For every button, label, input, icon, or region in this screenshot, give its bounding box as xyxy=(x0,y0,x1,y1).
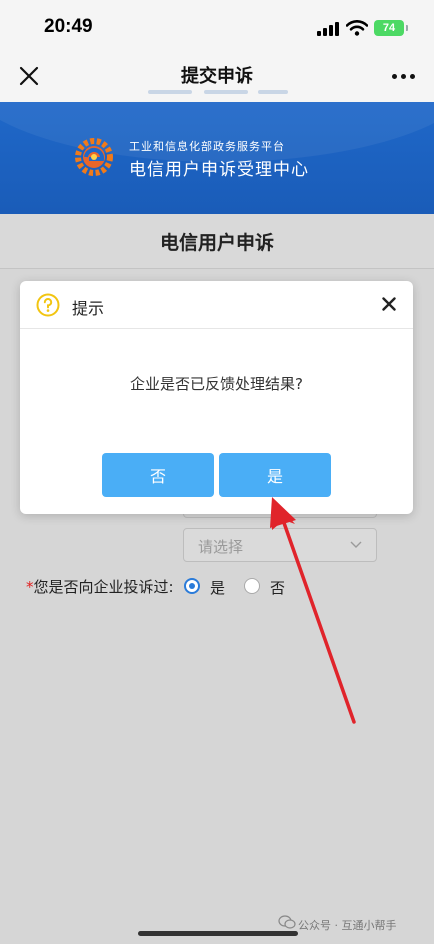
status-bar: 20:49 74 xyxy=(0,0,434,52)
dialog-header: 提示 xyxy=(20,281,413,329)
no-button[interactable]: 否 xyxy=(102,453,214,497)
question-icon xyxy=(36,293,60,317)
required-mark: * xyxy=(26,578,34,596)
section-header: 电信用户申诉 xyxy=(0,214,434,269)
category-select[interactable]: 请选择 xyxy=(183,528,377,562)
url-redaction xyxy=(148,90,192,94)
close-icon[interactable] xyxy=(382,297,396,311)
wifi-icon xyxy=(346,20,368,36)
nav-bar: 提交申诉 xyxy=(0,52,434,102)
page-title: 提交申诉 xyxy=(181,66,253,87)
battery-icon: 74 xyxy=(374,20,408,36)
wechat-icon xyxy=(278,915,296,929)
chevron-down-icon xyxy=(350,541,362,548)
radio-no[interactable] xyxy=(244,578,260,594)
url-redaction xyxy=(204,90,248,94)
dialog-message: 企业是否已反馈处理结果? xyxy=(130,375,303,393)
status-time: 20:49 xyxy=(44,16,93,37)
home-indicator[interactable] xyxy=(138,931,298,936)
banner-subtitle: 工业和信息化部政务服务平台 xyxy=(129,140,285,153)
banner-title: 电信用户申诉受理中心 xyxy=(129,160,309,180)
yes-button[interactable]: 是 xyxy=(219,453,331,497)
radio-no-label[interactable]: 否 xyxy=(270,577,285,598)
dialog-title: 提示 xyxy=(72,299,105,318)
select-placeholder: 请选择 xyxy=(198,538,244,556)
radio-yes-label[interactable]: 是 xyxy=(210,577,225,598)
complaint-question: *您是否向企业投诉过: xyxy=(26,576,174,598)
section-title: 电信用户申诉 xyxy=(159,232,274,254)
more-options-icon[interactable] xyxy=(392,74,416,80)
watermark: 公众号 · 互通小帮手 xyxy=(298,919,397,932)
prompt-dialog: 提示 企业是否已反馈处理结果? 否 是 xyxy=(20,281,413,514)
cellular-signal-icon xyxy=(317,22,339,36)
question-label: 您是否向企业投诉过: xyxy=(33,578,174,596)
url-redaction xyxy=(258,90,288,94)
ministry-logo-icon xyxy=(75,138,113,176)
radio-yes[interactable] xyxy=(184,578,200,594)
